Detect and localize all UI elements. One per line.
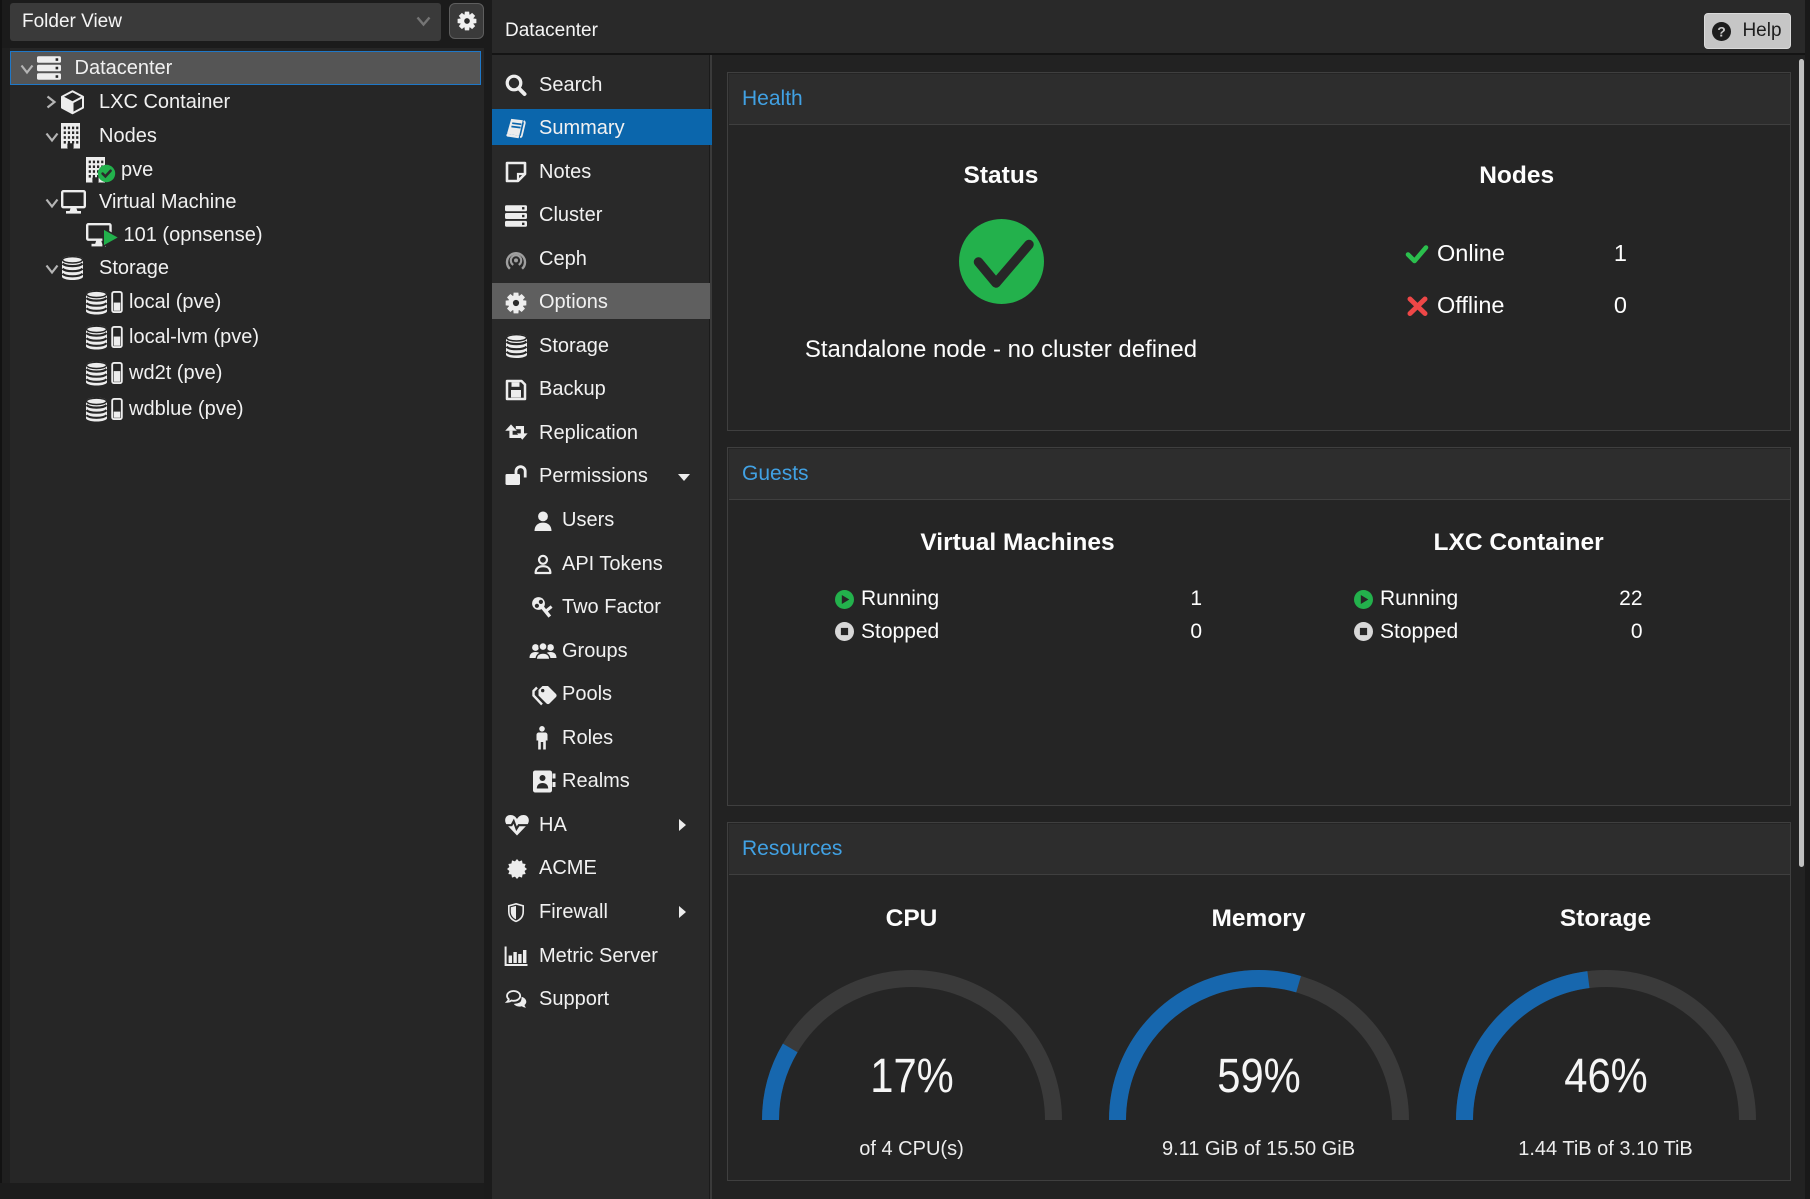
svg-text:?: ? <box>1717 23 1726 39</box>
